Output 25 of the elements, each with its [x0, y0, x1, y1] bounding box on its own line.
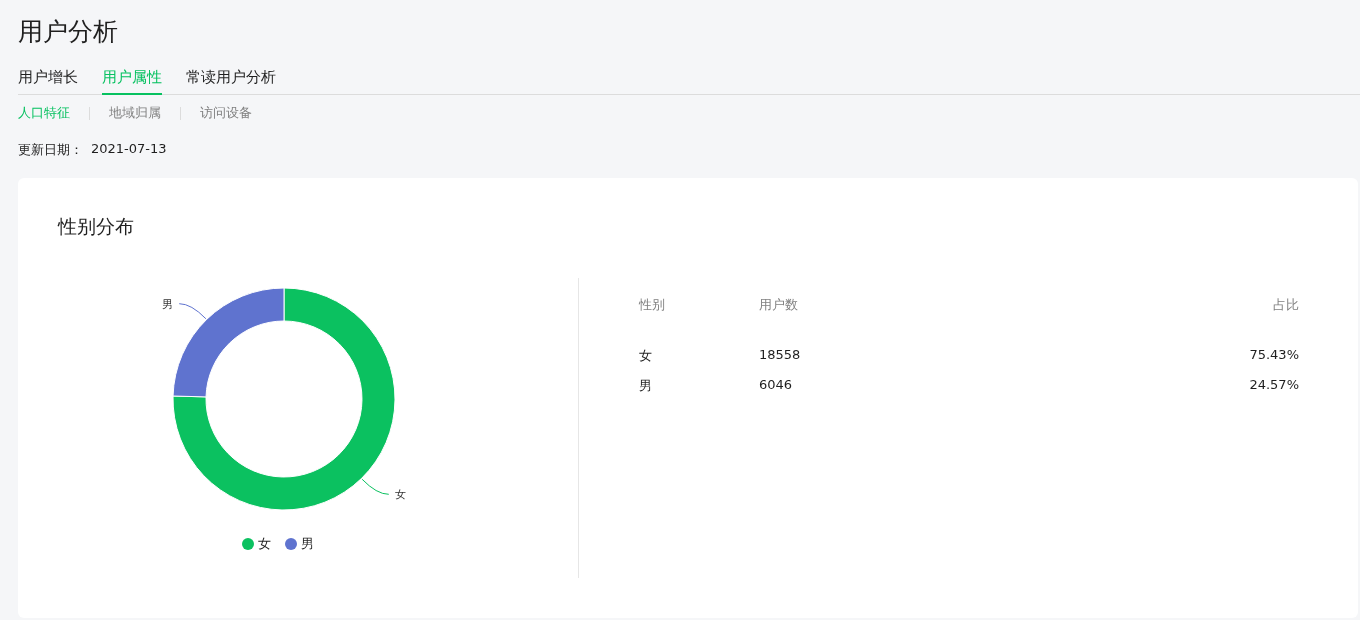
legend-label: 男	[301, 535, 314, 553]
card-title: 性别分布	[58, 214, 135, 239]
table-cell-text: 女	[639, 347, 653, 365]
table-cell-text: 18558	[759, 347, 802, 364]
subtab[interactable]: 访问设备	[200, 104, 252, 122]
slice-label: 女	[394, 488, 406, 502]
subtab[interactable]: 地域归属	[109, 104, 161, 122]
column-header: 占比	[1272, 296, 1299, 314]
page-title: 用户分析	[18, 16, 118, 48]
table-cell-text: 24.57%	[1248, 377, 1299, 394]
update-date: 2021-07-13	[91, 141, 167, 158]
tab[interactable]: 常读用户分析	[186, 64, 276, 95]
leader-line	[361, 478, 390, 495]
table-cell-text: 6046	[759, 377, 794, 394]
tab[interactable]: 用户属性	[102, 64, 162, 95]
subtab[interactable]: 人口特征	[18, 104, 70, 122]
table-cell-text: 男	[639, 377, 653, 395]
column-header: 性别	[639, 296, 666, 314]
leader-line	[178, 303, 207, 320]
update-label: 更新日期：	[18, 141, 83, 159]
column-header: 用户数	[759, 296, 799, 314]
tab[interactable]: 用户增长	[18, 64, 78, 95]
slice-label: 男	[162, 297, 174, 311]
legend-label: 女	[258, 535, 271, 553]
table-cell-text: 75.43%	[1248, 347, 1299, 364]
